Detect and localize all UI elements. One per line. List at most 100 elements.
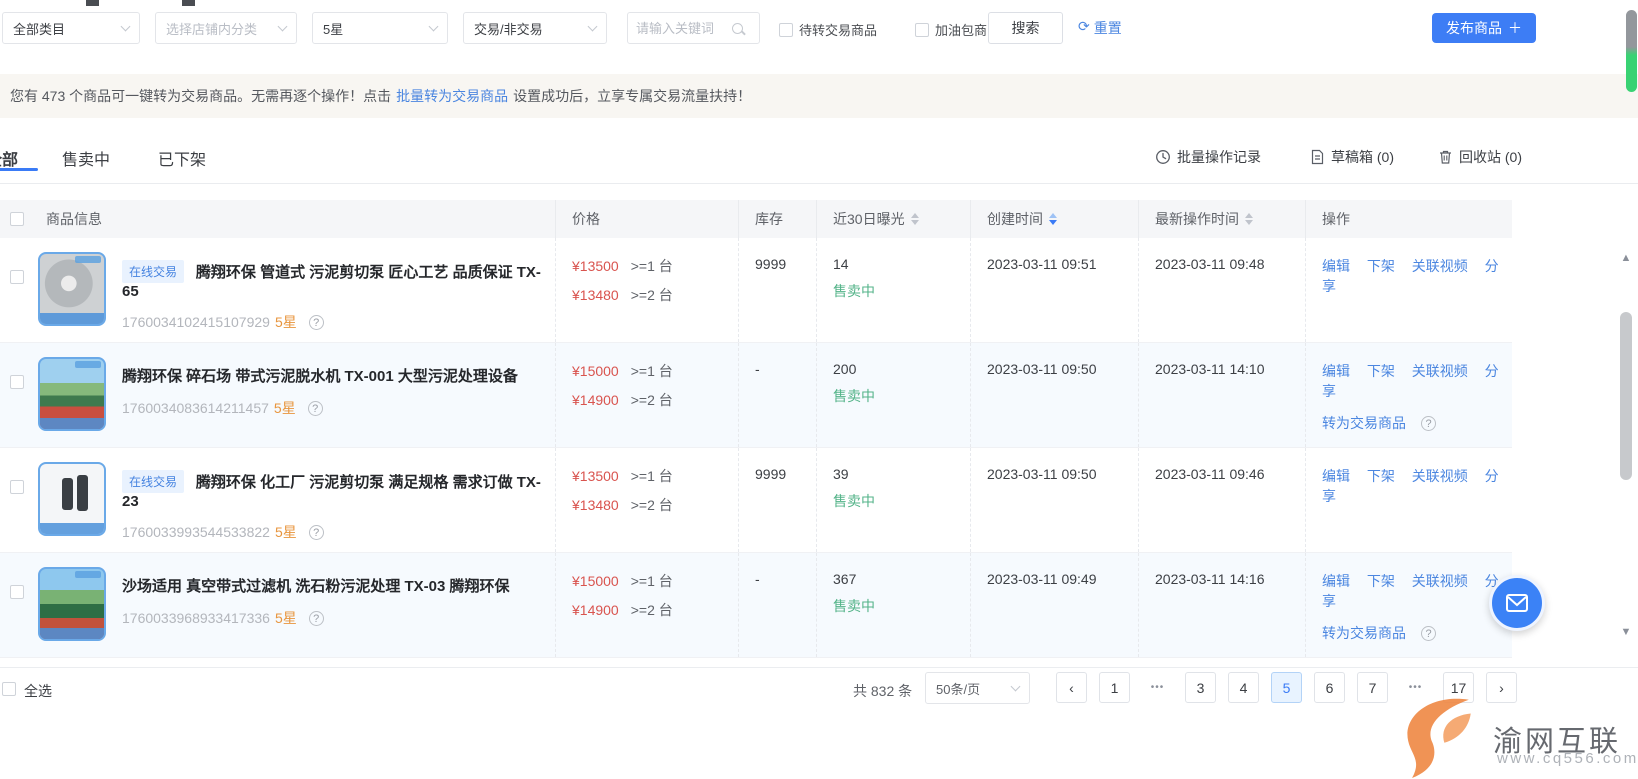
product-image[interactable]	[38, 567, 106, 641]
convert-to-trade-link[interactable]: 转为交易商品	[1322, 413, 1406, 433]
tab-all[interactable]: 全部	[0, 146, 18, 170]
tab-off-shelf[interactable]: 已下架	[158, 146, 206, 170]
phoenix-logo-icon	[1385, 690, 1490, 778]
exposure-cell: 367 售卖中	[816, 553, 970, 657]
product-id: 1760033968933417336	[122, 610, 270, 626]
batch-convert-link[interactable]: 批量转为交易商品	[396, 86, 508, 106]
related-video-link[interactable]: 关联视频	[1412, 258, 1468, 274]
actions-cell: 编辑 下架 关联视频 分享 转为交易商品 ?	[1305, 343, 1512, 447]
star-rating: 5星	[275, 608, 297, 628]
help-icon[interactable]: ?	[309, 525, 324, 540]
exposure-value: 14	[833, 256, 960, 272]
select-all-label[interactable]: 全选	[24, 681, 52, 701]
row-checkbox[interactable]	[10, 270, 24, 284]
product-title[interactable]: 腾翔环保 化工厂 污泥剪切泵 满足规格 需求订做 TX-23	[122, 474, 541, 510]
sort-icon-active[interactable]	[1049, 213, 1057, 225]
related-video-link[interactable]: 关联视频	[1412, 573, 1468, 589]
updated-cell: 2023-03-11 09:48	[1138, 238, 1305, 342]
pending-trade-checkbox[interactable]: 待转交易商品	[779, 20, 877, 39]
product-title[interactable]: 腾翔环保 碎石场 带式污泥脱水机 TX-001 大型污泥处理设备	[122, 368, 518, 385]
row-checkbox[interactable]	[10, 375, 24, 389]
header-stock: 库存	[738, 200, 816, 238]
sort-icon[interactable]	[911, 213, 919, 225]
select-all-checkbox-bottom[interactable]	[2, 682, 16, 696]
page-button-7[interactable]: 7	[1357, 672, 1388, 703]
product-info-cell: 在线交易 腾翔环保 化工厂 污泥剪切泵 满足规格 需求订做 TX-23 1760…	[0, 448, 555, 552]
edit-link[interactable]: 编辑	[1322, 258, 1350, 274]
take-down-link[interactable]: 下架	[1367, 468, 1395, 484]
help-icon[interactable]: ?	[1421, 416, 1436, 431]
ellipsis-pages[interactable]: •••	[1142, 672, 1173, 703]
product-info-cell: 腾翔环保 碎石场 带式污泥脱水机 TX-001 大型污泥处理设备 1760034…	[0, 343, 555, 447]
row-checkbox[interactable]	[10, 585, 24, 599]
search-icon	[732, 23, 743, 34]
convert-to-trade-link[interactable]: 转为交易商品	[1322, 623, 1406, 643]
tab-selling-label: 售卖中	[62, 152, 110, 169]
shop-category-select[interactable]: 选择店铺内分类	[155, 12, 297, 44]
related-video-link[interactable]: 关联视频	[1412, 468, 1468, 484]
edit-link[interactable]: 编辑	[1322, 573, 1350, 589]
product-title[interactable]: 沙场适用 真空带式过滤机 洗石粉污泥处理 TX-03 腾翔环保	[122, 578, 510, 595]
header-updated[interactable]: 最新操作时间	[1138, 200, 1305, 238]
edit-link[interactable]: 编辑	[1322, 468, 1350, 484]
exposure-value: 200	[833, 361, 960, 377]
page-button-4[interactable]: 4	[1228, 672, 1259, 703]
product-title[interactable]: 腾翔环保 管道式 污泥剪切泵 匠心工艺 品质保证 TX-65	[122, 264, 541, 300]
drafts-link[interactable]: 草稿箱 (0)	[1310, 147, 1394, 167]
publish-product-button[interactable]: 发布商品 ＋	[1432, 13, 1536, 43]
sort-icon[interactable]	[1245, 213, 1253, 225]
exposure-cell: 14 售卖中	[816, 238, 970, 342]
product-image[interactable]	[38, 357, 106, 431]
category-select-value: 全部类目	[13, 19, 65, 38]
scroll-down-icon[interactable]: ▼	[1618, 626, 1634, 638]
help-icon[interactable]: ?	[309, 611, 324, 626]
product-image[interactable]	[38, 252, 106, 326]
keyword-search-box	[627, 12, 760, 44]
page-button-5-active[interactable]: 5	[1271, 672, 1302, 703]
tabs-bar: 全部 售卖中 已下架 批量操作记录 草稿箱 (0) 回收站 (0)	[0, 134, 1638, 184]
scrollbar-thumb[interactable]	[1620, 312, 1632, 480]
checkbox-icon[interactable]	[779, 23, 793, 37]
online-trade-badge: 在线交易	[122, 260, 184, 283]
total-count: 共 832 条	[853, 681, 912, 701]
help-icon[interactable]: ?	[1421, 626, 1436, 641]
take-down-link[interactable]: 下架	[1367, 258, 1395, 274]
product-image[interactable]	[38, 462, 106, 536]
customer-service-button[interactable]	[1489, 575, 1545, 631]
status-selling: 售卖中	[833, 596, 960, 616]
row-checkbox[interactable]	[10, 480, 24, 494]
edit-link[interactable]: 编辑	[1322, 363, 1350, 379]
select-all-checkbox[interactable]	[10, 212, 24, 226]
trade-type-select[interactable]: 交易/非交易	[463, 12, 607, 44]
related-video-link[interactable]: 关联视频	[1412, 363, 1468, 379]
take-down-link[interactable]: 下架	[1367, 573, 1395, 589]
table-row: 腾翔环保 碎石场 带式污泥脱水机 TX-001 大型污泥处理设备 1760034…	[0, 343, 1512, 448]
recycle-bin-link[interactable]: 回收站 (0)	[1438, 147, 1522, 167]
header-created[interactable]: 创建时间	[970, 200, 1138, 238]
batch-operation-log-link[interactable]: 批量操作记录	[1155, 147, 1261, 167]
scroll-up-icon[interactable]: ▲	[1618, 252, 1634, 264]
stock-cell: -	[738, 553, 816, 657]
actions-cell: 编辑 下架 关联视频 分享	[1305, 238, 1512, 342]
exposure-cell: 39 售卖中	[816, 448, 970, 552]
watermark-site: www.cq556.com	[1497, 750, 1638, 767]
reset-button[interactable]: ⟳ 重置	[1078, 18, 1122, 38]
page-button-1[interactable]: 1	[1099, 672, 1130, 703]
keyword-input[interactable]	[636, 21, 728, 36]
take-down-link[interactable]: 下架	[1367, 363, 1395, 379]
tab-selling[interactable]: 售卖中	[62, 146, 110, 170]
header-exposure[interactable]: 近30日曝光	[816, 200, 970, 238]
page-size-select[interactable]: 50条/页	[925, 672, 1030, 704]
checkbox-icon[interactable]	[915, 23, 929, 37]
page-button-6[interactable]: 6	[1314, 672, 1345, 703]
help-icon[interactable]: ?	[308, 401, 323, 416]
page-button-3[interactable]: 3	[1185, 672, 1216, 703]
star-select-value: 5星	[323, 19, 343, 38]
product-id: 1760033993544533822	[122, 524, 270, 540]
search-button[interactable]: 搜索	[988, 12, 1063, 44]
star-select[interactable]: 5星	[312, 12, 448, 44]
chevron-down-icon	[278, 22, 288, 32]
prev-page-button[interactable]: ‹	[1056, 672, 1087, 703]
category-select[interactable]: 全部类目	[2, 12, 140, 44]
help-icon[interactable]: ?	[309, 315, 324, 330]
